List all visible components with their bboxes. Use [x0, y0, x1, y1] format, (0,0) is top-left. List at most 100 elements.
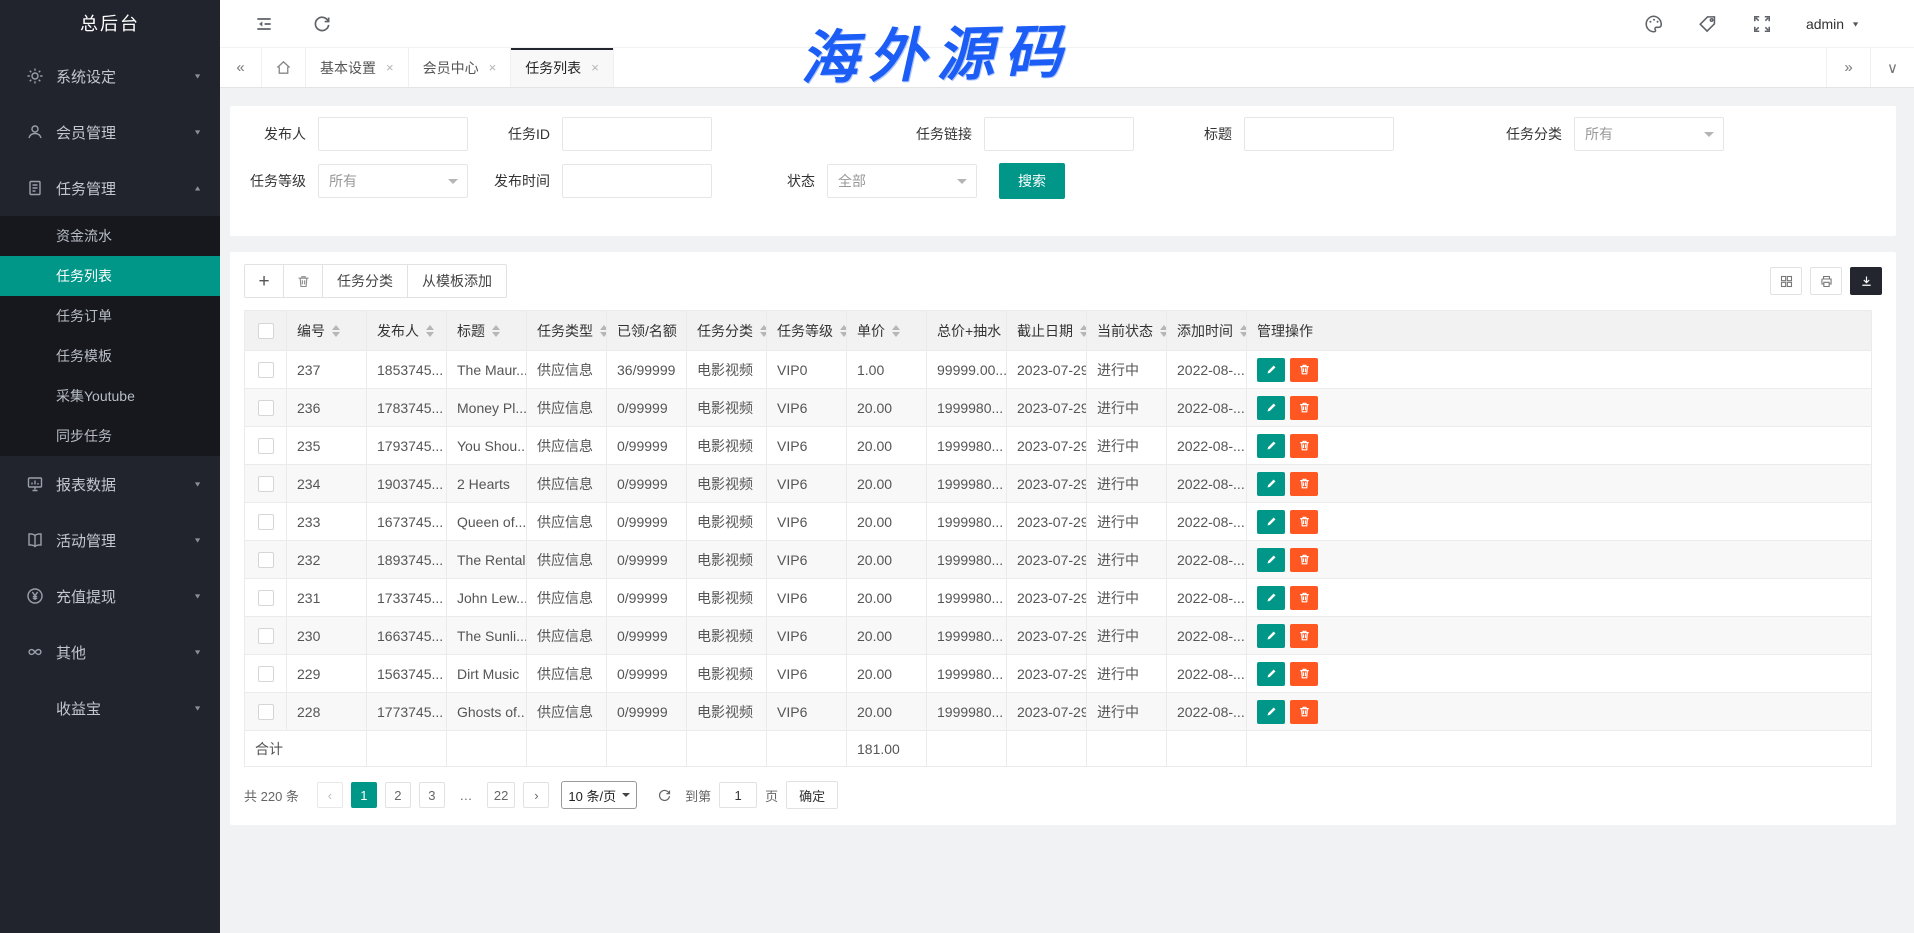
close-icon[interactable]: ×	[489, 60, 497, 75]
task-category-button[interactable]: 任务分类	[322, 264, 408, 298]
page-size-select[interactable]: 10 条/页	[561, 781, 637, 809]
sidebar-item-tasks[interactable]: 任务管理 ▲	[0, 160, 220, 216]
sidebar-item-collect-youtube[interactable]: 采集Youtube	[0, 376, 220, 416]
edit-button[interactable]	[1257, 358, 1285, 382]
task-category-select[interactable]: 所有	[1574, 117, 1724, 151]
cell-status: 进行中	[1087, 351, 1167, 389]
add-from-template-button[interactable]: 从模板添加	[407, 264, 507, 298]
refresh-icon[interactable]	[312, 14, 332, 34]
sort-icon[interactable]	[1160, 325, 1167, 337]
row-checkbox[interactable]	[258, 362, 274, 378]
sort-icon[interactable]	[600, 325, 607, 337]
delete-button[interactable]	[1290, 624, 1318, 648]
sidebar-item-task-list[interactable]: 任务列表	[0, 256, 220, 296]
edit-button[interactable]	[1257, 586, 1285, 610]
columns-filter-button[interactable]	[1770, 267, 1802, 295]
home-tab[interactable]	[262, 48, 306, 87]
sidebar-item-fund-flow[interactable]: 资金流水	[0, 216, 220, 256]
add-task-button[interactable]: +	[244, 264, 284, 298]
goto-page-input[interactable]	[719, 782, 757, 808]
sort-icon[interactable]	[492, 325, 500, 337]
user-menu[interactable]: admin ▼	[1806, 16, 1860, 32]
page-number-button[interactable]: 3	[419, 782, 445, 808]
title-input[interactable]	[1244, 117, 1394, 151]
print-button[interactable]	[1810, 267, 1842, 295]
row-checkbox[interactable]	[258, 400, 274, 416]
publisher-input[interactable]	[318, 117, 468, 151]
edit-button[interactable]	[1257, 700, 1285, 724]
sidebar-item-recharge-withdraw[interactable]: 充值提现 ▼	[0, 568, 220, 624]
row-checkbox[interactable]	[258, 704, 274, 720]
sidebar-item-sync-tasks[interactable]: 同步任务	[0, 416, 220, 456]
sort-icon[interactable]	[1240, 325, 1247, 337]
delete-button[interactable]	[1290, 510, 1318, 534]
sidebar-toggle-icon[interactable]	[254, 14, 274, 34]
row-checkbox[interactable]	[258, 590, 274, 606]
next-page-icon[interactable]: ›	[523, 782, 549, 808]
tab-task-list[interactable]: 任务列表 ×	[511, 48, 614, 87]
export-button[interactable]	[1850, 267, 1882, 295]
sort-icon[interactable]	[1080, 325, 1087, 337]
delete-button[interactable]	[1290, 548, 1318, 572]
edit-button[interactable]	[1257, 472, 1285, 496]
tab-member-center[interactable]: 会员中心 ×	[409, 48, 512, 87]
row-checkbox[interactable]	[258, 514, 274, 530]
search-button[interactable]: 搜索	[999, 163, 1065, 199]
sidebar-item-task-templates[interactable]: 任务模板	[0, 336, 220, 376]
tabs-scroll-left-icon[interactable]: «	[220, 48, 262, 87]
confirm-button[interactable]: 确定	[786, 781, 838, 809]
sort-icon[interactable]	[332, 325, 340, 337]
edit-button[interactable]	[1257, 510, 1285, 534]
tabs-menu-icon[interactable]: ∨	[1870, 48, 1914, 87]
theme-palette-icon[interactable]	[1644, 14, 1664, 34]
sidebar-item-task-orders[interactable]: 任务订单	[0, 296, 220, 336]
task-level-select[interactable]: 所有	[318, 164, 468, 198]
sort-icon[interactable]	[760, 325, 767, 337]
row-checkbox[interactable]	[258, 438, 274, 454]
row-checkbox[interactable]	[258, 552, 274, 568]
page-number-button[interactable]: 2	[385, 782, 411, 808]
delete-button[interactable]	[1290, 472, 1318, 496]
select-all-checkbox[interactable]	[258, 323, 274, 339]
task-link-input[interactable]	[984, 117, 1134, 151]
delete-button[interactable]	[1290, 586, 1318, 610]
edit-button[interactable]	[1257, 624, 1285, 648]
sort-icon[interactable]	[892, 325, 900, 337]
page-number-button[interactable]: …	[453, 782, 479, 808]
row-checkbox[interactable]	[258, 628, 274, 644]
task-id-input[interactable]	[562, 117, 712, 151]
delete-button[interactable]	[1290, 662, 1318, 686]
publish-time-input[interactable]	[562, 164, 712, 198]
sort-icon[interactable]	[840, 325, 847, 337]
delete-button[interactable]	[1290, 396, 1318, 420]
prev-page-icon[interactable]: ‹	[317, 782, 343, 808]
row-checkbox[interactable]	[258, 476, 274, 492]
tab-basic-settings[interactable]: 基本设置 ×	[306, 48, 409, 87]
delete-button[interactable]	[1290, 434, 1318, 458]
sidebar-item-reports[interactable]: 报表数据 ▼	[0, 456, 220, 512]
delete-button[interactable]	[1290, 358, 1318, 382]
delete-selected-button[interactable]	[283, 264, 323, 298]
row-checkbox[interactable]	[258, 666, 274, 682]
tag-icon[interactable]	[1698, 14, 1718, 34]
page-number-button[interactable]: 22	[487, 782, 515, 808]
sidebar-item-others[interactable]: 其他 ▼	[0, 624, 220, 680]
fullscreen-icon[interactable]	[1752, 14, 1772, 34]
sidebar-item-profit-treasure[interactable]: 收益宝 ▼	[0, 680, 220, 736]
tabs-scroll-right-icon[interactable]: »	[1826, 48, 1870, 87]
sidebar-item-members[interactable]: 会员管理 ▼	[0, 104, 220, 160]
status-select[interactable]: 全部	[827, 164, 977, 198]
edit-button[interactable]	[1257, 434, 1285, 458]
sort-icon[interactable]	[426, 325, 434, 337]
close-icon[interactable]: ×	[591, 60, 599, 75]
edit-button[interactable]	[1257, 662, 1285, 686]
page-number-button[interactable]: 1	[351, 782, 377, 808]
sidebar-item-system-settings[interactable]: 系统设定 ▼	[0, 48, 220, 104]
sidebar-item-activities[interactable]: 活动管理 ▼	[0, 512, 220, 568]
table-refresh-icon[interactable]	[651, 782, 677, 808]
edit-button[interactable]	[1257, 548, 1285, 572]
delete-button[interactable]	[1290, 700, 1318, 724]
edit-button[interactable]	[1257, 396, 1285, 420]
cell-added: 2022-08-...	[1167, 579, 1247, 617]
close-icon[interactable]: ×	[386, 60, 394, 75]
